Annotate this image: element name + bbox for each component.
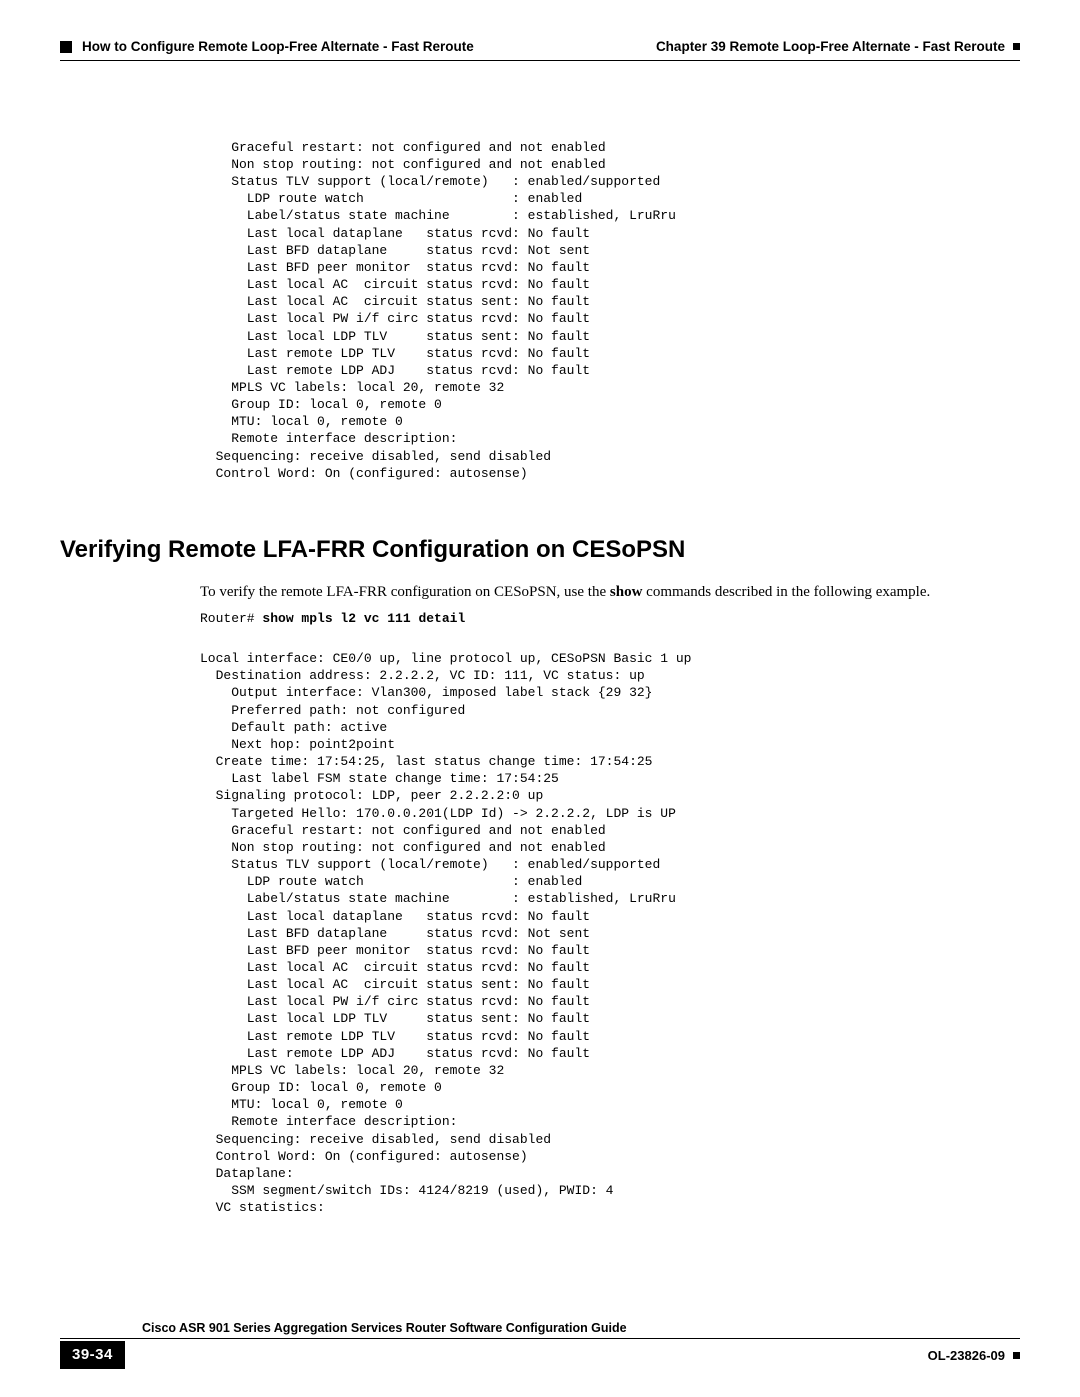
- header-chapter-title: Chapter 39 Remote Loop-Free Alternate - …: [656, 38, 1005, 56]
- router-command-bold: show mpls l2 vc 111 detail: [262, 611, 465, 626]
- doc-id: OL-23826-09: [928, 1347, 1005, 1364]
- cli-output-block-2: Local interface: CE0/0 up, line protocol…: [200, 633, 1010, 1216]
- section-heading: Verifying Remote LFA-FRR Configuration o…: [60, 534, 1020, 566]
- router-command: Router# show mpls l2 vc 111 detail: [200, 610, 1010, 627]
- section-body: To verify the remote LFA-FRR configurati…: [200, 582, 1010, 602]
- section-body-bold: show: [610, 584, 643, 600]
- square-bullet-icon: [1013, 1352, 1020, 1359]
- page-header: How to Configure Remote Loop-Free Altern…: [60, 38, 1020, 56]
- header-section-title: How to Configure Remote Loop-Free Altern…: [82, 38, 474, 56]
- square-bullet-icon: [60, 41, 72, 53]
- footer-rule: [60, 1338, 1020, 1339]
- page-number: 39-34: [60, 1341, 125, 1369]
- square-bullet-icon: [1013, 43, 1020, 50]
- cli-output-block-1: Graceful restart: not configured and not…: [200, 139, 1010, 482]
- section-body-post: commands described in the following exam…: [642, 584, 930, 600]
- footer-guide-title: Cisco ASR 901 Series Aggregation Service…: [60, 1316, 1020, 1339]
- header-rule: [60, 60, 1020, 61]
- section-body-pre: To verify the remote LFA-FRR configurati…: [200, 584, 610, 600]
- router-prompt: Router#: [200, 611, 262, 626]
- page-footer: Cisco ASR 901 Series Aggregation Service…: [60, 1316, 1020, 1369]
